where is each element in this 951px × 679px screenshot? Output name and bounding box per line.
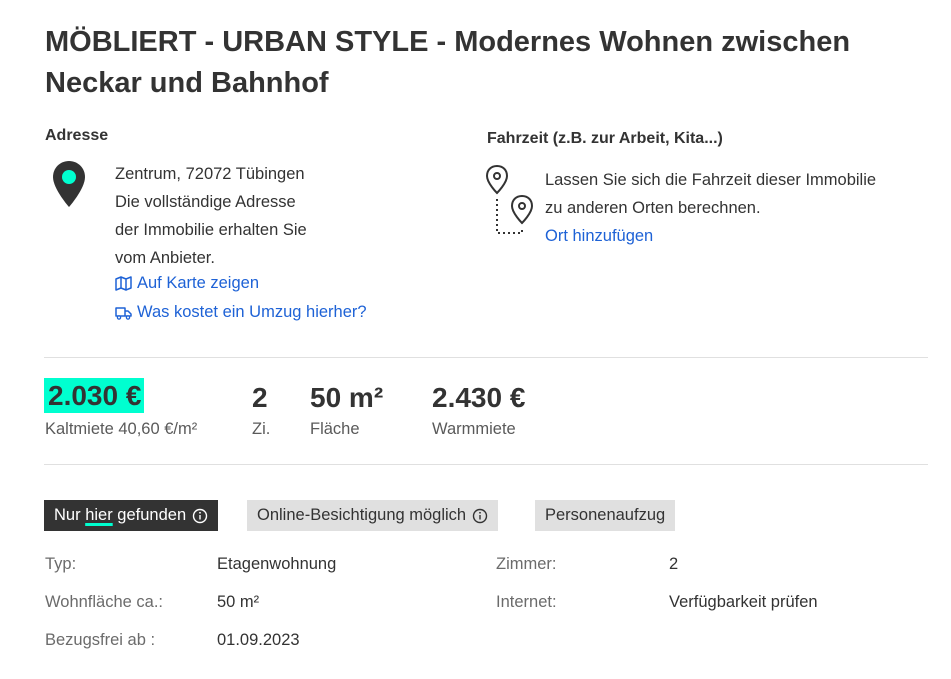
badge-word: Nur xyxy=(54,506,81,524)
rooms-attr-value: 2 xyxy=(669,555,679,573)
rooms-attr-label: Zimmer: xyxy=(496,555,557,573)
address-line: vom Anbieter. xyxy=(115,249,215,267)
add-location-link[interactable]: Ort hinzufügen xyxy=(545,222,876,250)
type-label: Typ: xyxy=(45,555,77,573)
commute-line: zu anderen Orten berechnen. xyxy=(545,199,761,217)
cold-rent-label: Kaltmiete 40,60 €/m² xyxy=(45,420,198,438)
internet-label: Internet: xyxy=(496,593,557,611)
area-label: Fläche xyxy=(310,420,360,438)
badge-word: gefunden xyxy=(117,506,187,524)
online-viewing-label: Online-Besichtigung möglich xyxy=(257,506,467,524)
route-pins-icon xyxy=(485,164,534,234)
divider xyxy=(44,464,928,465)
elevator-badge: Personenaufzug xyxy=(535,500,676,531)
commute-heading: Fahrzeit (z.B. zur Arbeit, Kita...) xyxy=(487,130,723,147)
warm-rent-label: Warmmiete xyxy=(432,420,516,438)
living-area-value: 50 m² xyxy=(217,593,260,611)
exclusive-listing-badge[interactable]: Nur hier gefunden xyxy=(44,500,219,531)
info-icon[interactable] xyxy=(192,508,208,524)
moving-cost-label[interactable]: Was kostet ein Umzug hierher? xyxy=(137,303,367,322)
rooms-label: Zi. xyxy=(252,420,271,438)
warm-rent-value: 2.430 € xyxy=(432,382,526,413)
map-pin-icon xyxy=(53,161,85,207)
commute-text: Lassen Sie sich die Fahrzeit dieser Immo… xyxy=(545,166,876,250)
cold-rent-value: 2.030 € xyxy=(44,378,145,413)
badge-word-hier: hier xyxy=(85,506,113,524)
elevator-label: Personenaufzug xyxy=(545,506,666,524)
type-value: Etagenwohnung xyxy=(217,555,337,573)
area-value: 50 m² xyxy=(310,382,384,413)
moving-cost-link[interactable]: Was kostet ein Umzug hierher? xyxy=(115,303,367,322)
info-icon[interactable] xyxy=(472,508,488,524)
address-line: Die vollständige Adresse xyxy=(115,193,296,211)
map-icon xyxy=(115,276,132,291)
exclusive-badge-text: Nur hier gefunden xyxy=(54,500,186,531)
commute-line: Lassen Sie sich die Fahrzeit dieser Immo… xyxy=(545,171,877,189)
address-line: der Immobilie erhalten Sie xyxy=(115,221,307,239)
address-text: Zentrum, 72072 Tübingen Die vollständige… xyxy=(115,160,307,272)
rooms-value: 2 xyxy=(252,382,268,413)
address-line: Zentrum, 72072 Tübingen xyxy=(115,165,305,183)
divider xyxy=(44,357,928,358)
living-area-label: Wohnfläche ca.: xyxy=(45,593,164,611)
available-from-value: 01.09.2023 xyxy=(217,631,300,649)
moving-truck-icon xyxy=(115,307,132,320)
online-viewing-badge[interactable]: Online-Besichtigung möglich xyxy=(247,500,499,531)
show-on-map-label[interactable]: Auf Karte zeigen xyxy=(137,274,259,293)
check-availability-link[interactable]: Verfügbarkeit prüfen xyxy=(669,593,818,612)
available-from-label: Bezugsfrei ab : xyxy=(45,631,156,649)
address-heading: Adresse xyxy=(45,127,109,144)
show-on-map-link[interactable]: Auf Karte zeigen xyxy=(115,274,259,293)
listing-title: MÖBLIERT - URBAN STYLE - Modernes Wohnen… xyxy=(45,26,851,99)
